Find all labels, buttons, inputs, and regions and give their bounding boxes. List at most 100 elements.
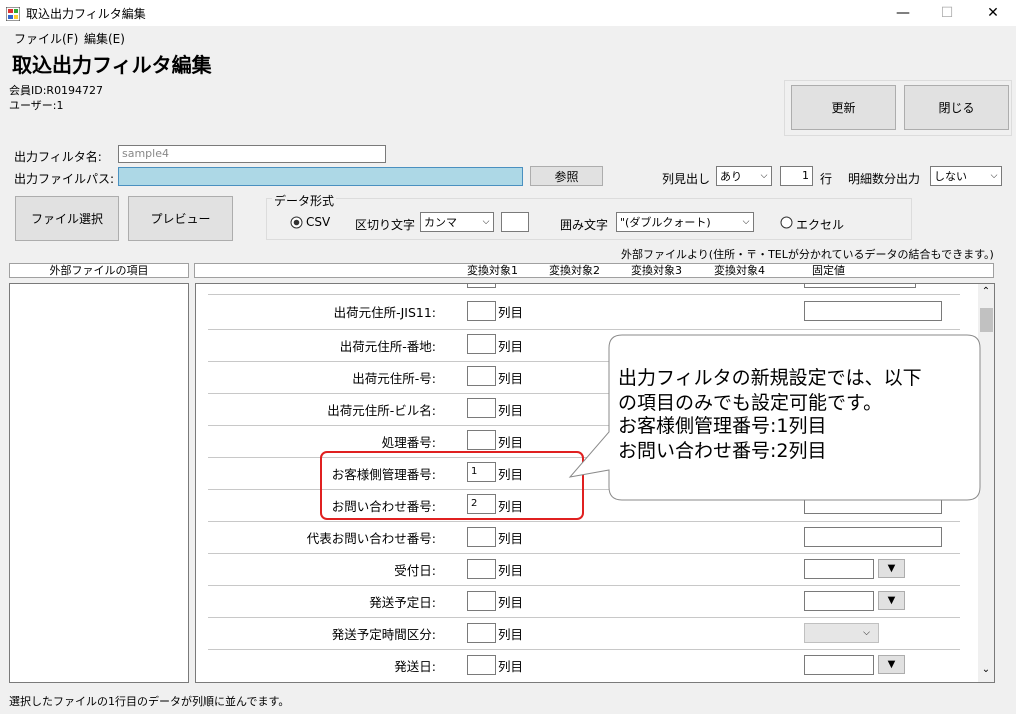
enclosure-select[interactable]: "(ダブルクォート) ⌵ (616, 212, 754, 232)
row-column-input[interactable] (467, 301, 496, 321)
date-dropdown-icon[interactable]: ▼ (878, 591, 905, 610)
row-label: 処理番号: (381, 435, 436, 450)
enclosure-value: "(ダブルクォート) (620, 216, 711, 229)
external-note: 外部ファイルより(住所・〒・TELが分かれているデータの結合もできます。) (621, 248, 994, 261)
maximize-button[interactable]: ☐ (924, 0, 970, 27)
column-header: 変換対象1 (467, 264, 518, 277)
header-row-count[interactable]: 1 (780, 166, 813, 186)
status-bar: 選択したファイルの1行目のデータが列順に並んでます。 (9, 695, 290, 708)
left-list-header: 外部ファイルの項目 (9, 263, 189, 278)
row-divider (208, 617, 960, 618)
time-slot-select[interactable]: ⌵ (804, 623, 879, 643)
chevron-down-icon: ⌵ (482, 217, 490, 227)
row-label: 出荷元住所-ビル名: (327, 403, 436, 418)
column-header: 変換対象4 (714, 264, 765, 277)
menu-bar: ファイル(F) 編集(E) (0, 27, 1016, 47)
title-bar: 取込出力フィルタ編集 — ☐ ✕ (0, 0, 1016, 27)
callout-line: お問い合わせ番号:2列目 (618, 440, 827, 462)
excel-radio-icon[interactable] (780, 216, 793, 229)
row-unit: 列目 (498, 371, 524, 386)
row-label: 発送予定時間区分: (331, 627, 436, 642)
callout-line: お客様側管理番号:1列目 (618, 415, 827, 437)
scroll-down-icon[interactable]: ⌄ (978, 664, 994, 675)
fixed-date-input[interactable] (804, 655, 874, 675)
row-box-partial (467, 284, 496, 288)
column-header: 固定値 (812, 264, 845, 277)
fixed-value-input[interactable] (804, 301, 942, 321)
row-column-input[interactable] (467, 559, 496, 579)
highlight-box (320, 451, 584, 520)
delimiter-value: カンマ (424, 216, 457, 229)
row-unit: 列目 (498, 403, 524, 418)
fixed-date-input[interactable] (804, 591, 874, 611)
chevron-down-icon: ⌵ (990, 171, 998, 181)
csv-label: CSV (306, 215, 331, 229)
menu-file[interactable]: ファイル(F) (14, 30, 78, 47)
scrollbar-thumb[interactable] (980, 308, 993, 332)
csv-radio-icon[interactable] (290, 216, 303, 229)
page-title: 取込出力フィルタ編集 (12, 53, 212, 77)
close-button[interactable]: 閉じる (904, 85, 1009, 130)
fixed-date-input[interactable] (804, 559, 874, 579)
scroll-up-icon[interactable]: ⌃ (978, 286, 994, 297)
app-icon (6, 7, 20, 21)
file-path-label: 出力ファイルパス: (14, 172, 115, 186)
detail-output-select[interactable]: しない ⌵ (930, 166, 1002, 186)
browse-button[interactable]: 参照 (530, 166, 603, 186)
member-id: 会員ID:R0194727 (9, 84, 104, 97)
delimiter-custom-input[interactable] (501, 212, 529, 232)
row-label: 発送予定日: (369, 595, 436, 610)
row-column-input[interactable] (467, 398, 496, 418)
close-window-button[interactable]: ✕ (970, 0, 1016, 27)
row-unit: 列目 (498, 339, 524, 354)
row-unit: 列目 (498, 659, 524, 674)
row-column-input[interactable] (467, 591, 496, 611)
chevron-down-icon: ⌵ (760, 171, 768, 181)
date-dropdown-icon[interactable]: ▼ (878, 655, 905, 674)
column-header: 変換対象3 (631, 264, 682, 277)
row-unit: 列目 (498, 305, 524, 320)
excel-label: エクセル (796, 218, 845, 232)
columns-header: 変換対象1 変換対象2 変換対象3 変換対象4 固定値 (194, 263, 994, 278)
row-column-input[interactable] (467, 430, 496, 450)
row-label: 出荷元住所-号: (352, 371, 436, 386)
preview-button[interactable]: プレビュー (128, 196, 233, 241)
delimiter-label: 区切り文字 (355, 218, 416, 232)
delimiter-select[interactable]: カンマ ⌵ (420, 212, 494, 232)
external-items-list[interactable] (9, 283, 189, 683)
update-button[interactable]: 更新 (791, 85, 896, 130)
header-row-select[interactable]: あり ⌵ (716, 166, 772, 186)
row-divider (208, 294, 960, 295)
fixed-partial (804, 284, 916, 288)
row-unit: 列目 (498, 563, 524, 578)
user-id: ユーザー:1 (9, 99, 64, 112)
row-divider (208, 585, 960, 586)
detail-output-label: 明細数分出力 (848, 172, 921, 186)
header-row-value: あり (720, 170, 742, 183)
menu-edit[interactable]: 編集(E) (84, 30, 125, 47)
chevron-down-icon: ⌵ (742, 217, 750, 227)
callout-line: 出力フィルタの新規設定では、以下 (618, 367, 922, 389)
row-column-input[interactable] (467, 527, 496, 547)
row-label: 出荷元住所-番地: (339, 339, 436, 354)
row-divider (208, 521, 960, 522)
row-label: 代表お問い合わせ番号: (306, 531, 436, 546)
minimize-button[interactable]: — (880, 0, 926, 27)
row-divider (208, 649, 960, 650)
column-header: 変換対象2 (549, 264, 600, 277)
date-dropdown-icon[interactable]: ▼ (878, 559, 905, 578)
fixed-value-input[interactable] (804, 527, 942, 547)
header-row-unit: 行 (820, 172, 833, 186)
row-column-input[interactable] (467, 655, 496, 675)
header-row-label: 列見出し (662, 172, 711, 186)
row-unit: 列目 (498, 435, 524, 450)
row-column-input[interactable] (467, 334, 496, 354)
callout-line: の項目のみでも設定可能です。 (618, 392, 883, 414)
file-path-input[interactable] (118, 167, 523, 186)
row-label: 出荷元住所-JIS11: (333, 305, 436, 320)
window-title: 取込出力フィルタ編集 (26, 7, 146, 21)
row-column-input[interactable] (467, 623, 496, 643)
row-column-input[interactable] (467, 366, 496, 386)
file-select-button[interactable]: ファイル選択 (15, 196, 119, 241)
filter-name-input[interactable]: sample4 (118, 145, 386, 163)
